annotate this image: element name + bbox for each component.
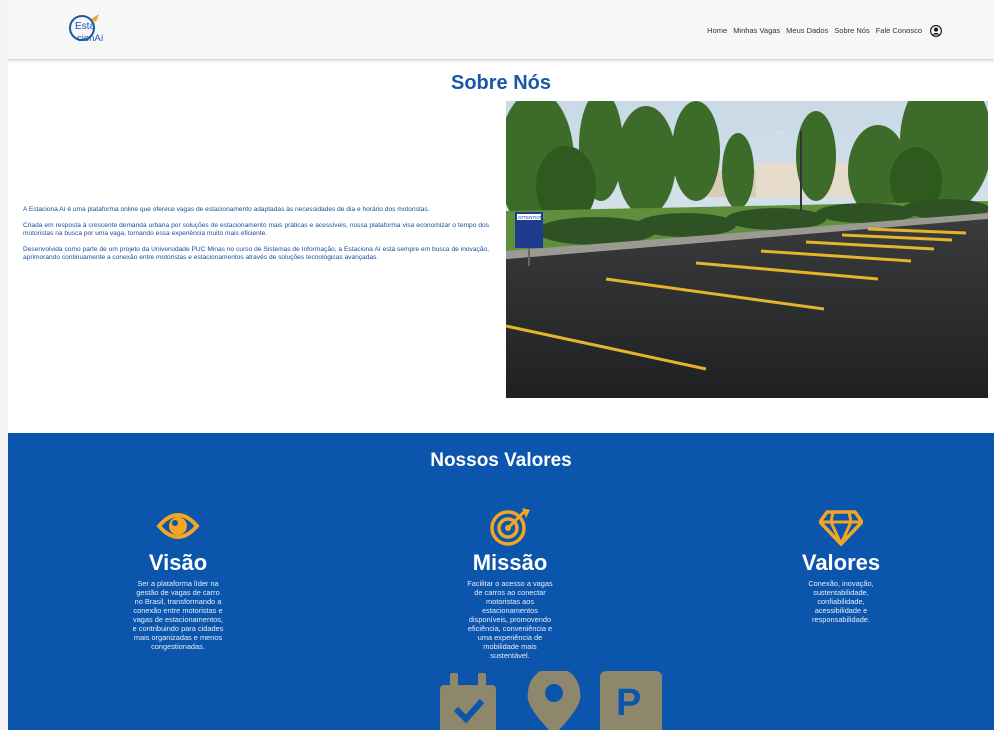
- value-card-valores: Valores Conexão, inovação, sustentabilid…: [776, 506, 906, 624]
- parking-icon: P: [600, 671, 662, 730]
- nav-minhas-vagas[interactable]: Minhas Vagas: [733, 26, 780, 35]
- location-pin-icon: [527, 671, 581, 730]
- calendar-check-icon: [440, 673, 496, 730]
- nav-sobre-nos[interactable]: Sobre Nós: [834, 26, 869, 35]
- nav-home[interactable]: Home: [707, 26, 727, 35]
- about-title: Sobre Nós: [450, 72, 552, 94]
- diamond-icon: [819, 510, 863, 546]
- target-icon: [490, 508, 530, 546]
- parking-letter: P: [616, 682, 641, 724]
- value-card-visao: Visão Ser a plataforma líder na gestão d…: [113, 506, 243, 651]
- header: Esta cionAí Home Minhas Vagas Meus Dados…: [8, 0, 994, 60]
- value-text-missao: Facilitar o acesso a vagas de carros ao …: [467, 579, 553, 660]
- page: Esta cionAí Home Minhas Vagas Meus Dados…: [8, 0, 994, 730]
- value-text-valores: Conexão, inovação, sustentabilidade, con…: [808, 579, 874, 624]
- sign-text: ATTENTION: [518, 215, 543, 220]
- values-section: Nossos Valores Visão Ser a plataforma lí…: [8, 433, 994, 730]
- nav-fale-conosco[interactable]: Fale Conosco: [876, 26, 922, 35]
- about-text: A Estaciona Aí é uma plataforma online q…: [23, 206, 489, 270]
- about-paragraph-1: A Estaciona Aí é uma plataforma online q…: [23, 206, 430, 213]
- main-nav: Home Minhas Vagas Meus Dados Sobre Nós F…: [707, 26, 922, 35]
- value-title-missao: Missão: [472, 550, 548, 575]
- eye-icon: [156, 513, 200, 539]
- about-paragraph-3: Desenvolvida como parte de um projeto da…: [23, 245, 489, 262]
- parking-lot-photo: ATTENTION: [506, 101, 988, 398]
- value-card-missao: Missão Facilitar o acesso a vagas de car…: [445, 506, 575, 660]
- logo-text-top: Esta: [75, 21, 95, 32]
- value-title-valores: Valores: [801, 550, 881, 575]
- bottom-icons: P: [440, 671, 662, 730]
- about-paragraph-2: Criada em resposta à crescente demanda u…: [23, 221, 489, 238]
- values-title: Nossos Valores: [430, 450, 572, 471]
- user-circle-icon[interactable]: [930, 25, 942, 37]
- value-text-visao: Ser a plataforma líder na gestão de vaga…: [132, 579, 224, 651]
- logo-text-bottom: cionAí: [77, 33, 104, 44]
- logo[interactable]: Esta cionAí: [65, 12, 125, 46]
- value-title-visao: Visão: [148, 550, 208, 575]
- nav-meus-dados[interactable]: Meus Dados: [786, 26, 828, 35]
